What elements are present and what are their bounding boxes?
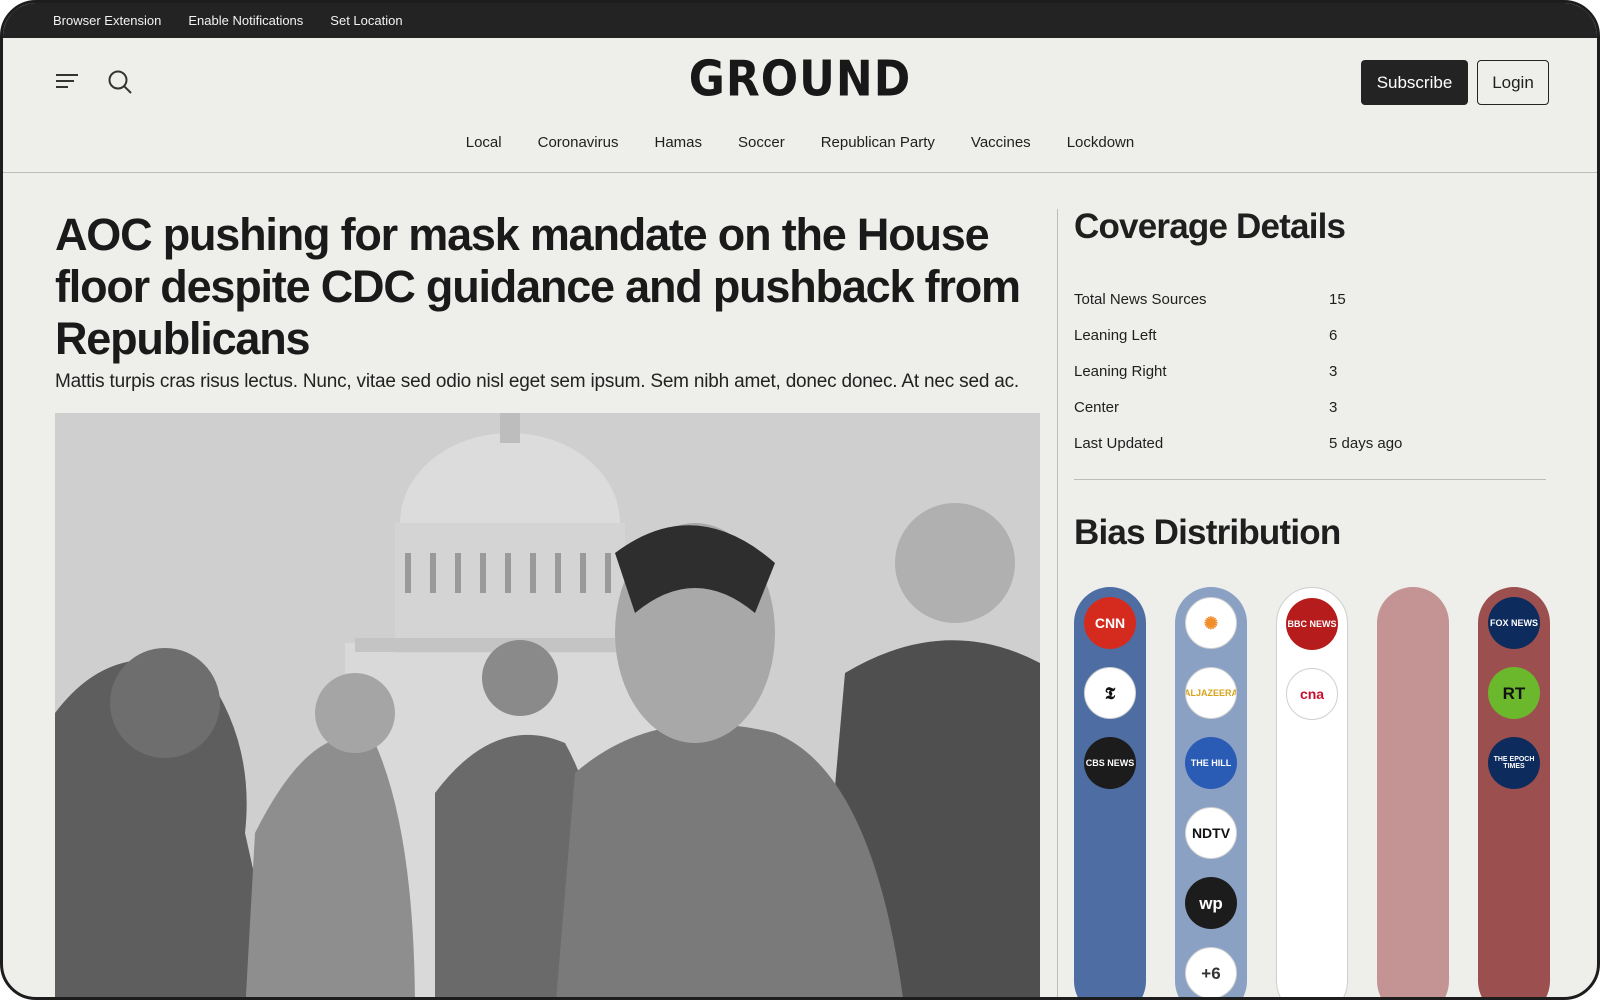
- nav-item-vaccines[interactable]: Vaccines: [971, 134, 1031, 151]
- coverage-label: Leaning Left: [1074, 326, 1157, 344]
- enable-notifications-link[interactable]: Enable Notifications: [188, 13, 303, 28]
- subscribe-button[interactable]: Subscribe: [1361, 60, 1468, 105]
- article-summary: Mattis turpis cras risus lectus. Nunc, v…: [55, 371, 1020, 392]
- coverage-label: Center: [1074, 398, 1120, 416]
- source-logo[interactable]: BBC NEWS: [1286, 598, 1338, 650]
- nav-item-soccer[interactable]: Soccer: [738, 134, 785, 151]
- coverage-row: Leaning Left 6: [1074, 317, 1544, 353]
- login-button[interactable]: Login: [1477, 60, 1549, 105]
- nav-item-hamas[interactable]: Hamas: [654, 134, 702, 151]
- section-divider: [1074, 479, 1546, 480]
- main-content: AOC pushing for mask mandate on the Hous…: [3, 173, 1597, 997]
- set-location-link[interactable]: Set Location: [330, 13, 402, 28]
- article-headline: AOC pushing for mask mandate on the Hous…: [55, 209, 1021, 364]
- column-divider: [1057, 209, 1058, 997]
- nav-item-republican-party[interactable]: Republican Party: [821, 134, 935, 151]
- bias-column: CNN 𝕿 CBS NEWS: [1074, 587, 1146, 997]
- coverage-value: 3: [1329, 362, 1338, 380]
- bias-column: BBC NEWS cna: [1276, 587, 1348, 997]
- bias-column: ✺ ALJAZEERA THE HILL NDTV wp +6: [1175, 587, 1247, 997]
- coverage-value: 6: [1329, 326, 1338, 344]
- source-logo[interactable]: FOX NEWS: [1488, 597, 1540, 649]
- bias-column: FOX NEWS RT THE EPOCH TIMES: [1478, 587, 1550, 997]
- coverage-row: Center 3: [1074, 389, 1544, 425]
- coverage-row: Last Updated 5 days ago: [1074, 425, 1544, 461]
- coverage-row: Total News Sources 15: [1074, 281, 1544, 317]
- source-logo[interactable]: CNN: [1084, 597, 1136, 649]
- source-logo[interactable]: NDTV: [1185, 807, 1237, 859]
- coverage-label: Total News Sources: [1074, 290, 1207, 308]
- source-logo[interactable]: RT: [1488, 667, 1540, 719]
- source-logo[interactable]: wp: [1185, 877, 1237, 929]
- coverage-value: 3: [1329, 398, 1338, 416]
- site-logo[interactable]: GROUND: [3, 51, 1597, 114]
- bias-title: Bias Distribution: [1074, 513, 1341, 552]
- coverage-value: 15: [1329, 290, 1346, 308]
- source-logo[interactable]: CBS NEWS: [1084, 737, 1136, 789]
- nav-item-local[interactable]: Local: [466, 134, 502, 151]
- source-logo[interactable]: cna: [1286, 668, 1338, 720]
- coverage-table: Total News Sources 15 Leaning Left 6 Lea…: [1074, 281, 1544, 461]
- hero-photo-illustration: [55, 413, 1040, 997]
- source-logo[interactable]: 𝕿: [1084, 667, 1136, 719]
- source-logo[interactable]: THE EPOCH TIMES: [1488, 737, 1540, 789]
- coverage-value: 5 days ago: [1329, 434, 1403, 452]
- top-bar: Browser Extension Enable Notifications S…: [3, 3, 1597, 38]
- browser-extension-link[interactable]: Browser Extension: [53, 13, 161, 28]
- coverage-label: Last Updated: [1074, 434, 1164, 452]
- coverage-label: Leaning Right: [1074, 362, 1167, 380]
- nav-item-lockdown[interactable]: Lockdown: [1067, 134, 1135, 151]
- source-logo[interactable]: +6: [1185, 947, 1237, 997]
- source-logo[interactable]: THE HILL: [1185, 737, 1237, 789]
- nav-item-coronavirus[interactable]: Coronavirus: [538, 134, 619, 151]
- article-hero-image[interactable]: [55, 413, 1040, 997]
- source-logo[interactable]: ALJAZEERA: [1185, 667, 1237, 719]
- bias-column: [1377, 587, 1449, 997]
- site-header: GROUND Subscribe Login Local Coronavirus…: [3, 38, 1597, 173]
- coverage-row: Leaning Right 3: [1074, 353, 1544, 389]
- source-logo[interactable]: ✺: [1185, 597, 1237, 649]
- coverage-title: Coverage Details: [1074, 207, 1346, 246]
- app-frame: Browser Extension Enable Notifications S…: [0, 0, 1600, 1000]
- topic-nav: Local Coronavirus Hamas Soccer Republica…: [3, 134, 1597, 151]
